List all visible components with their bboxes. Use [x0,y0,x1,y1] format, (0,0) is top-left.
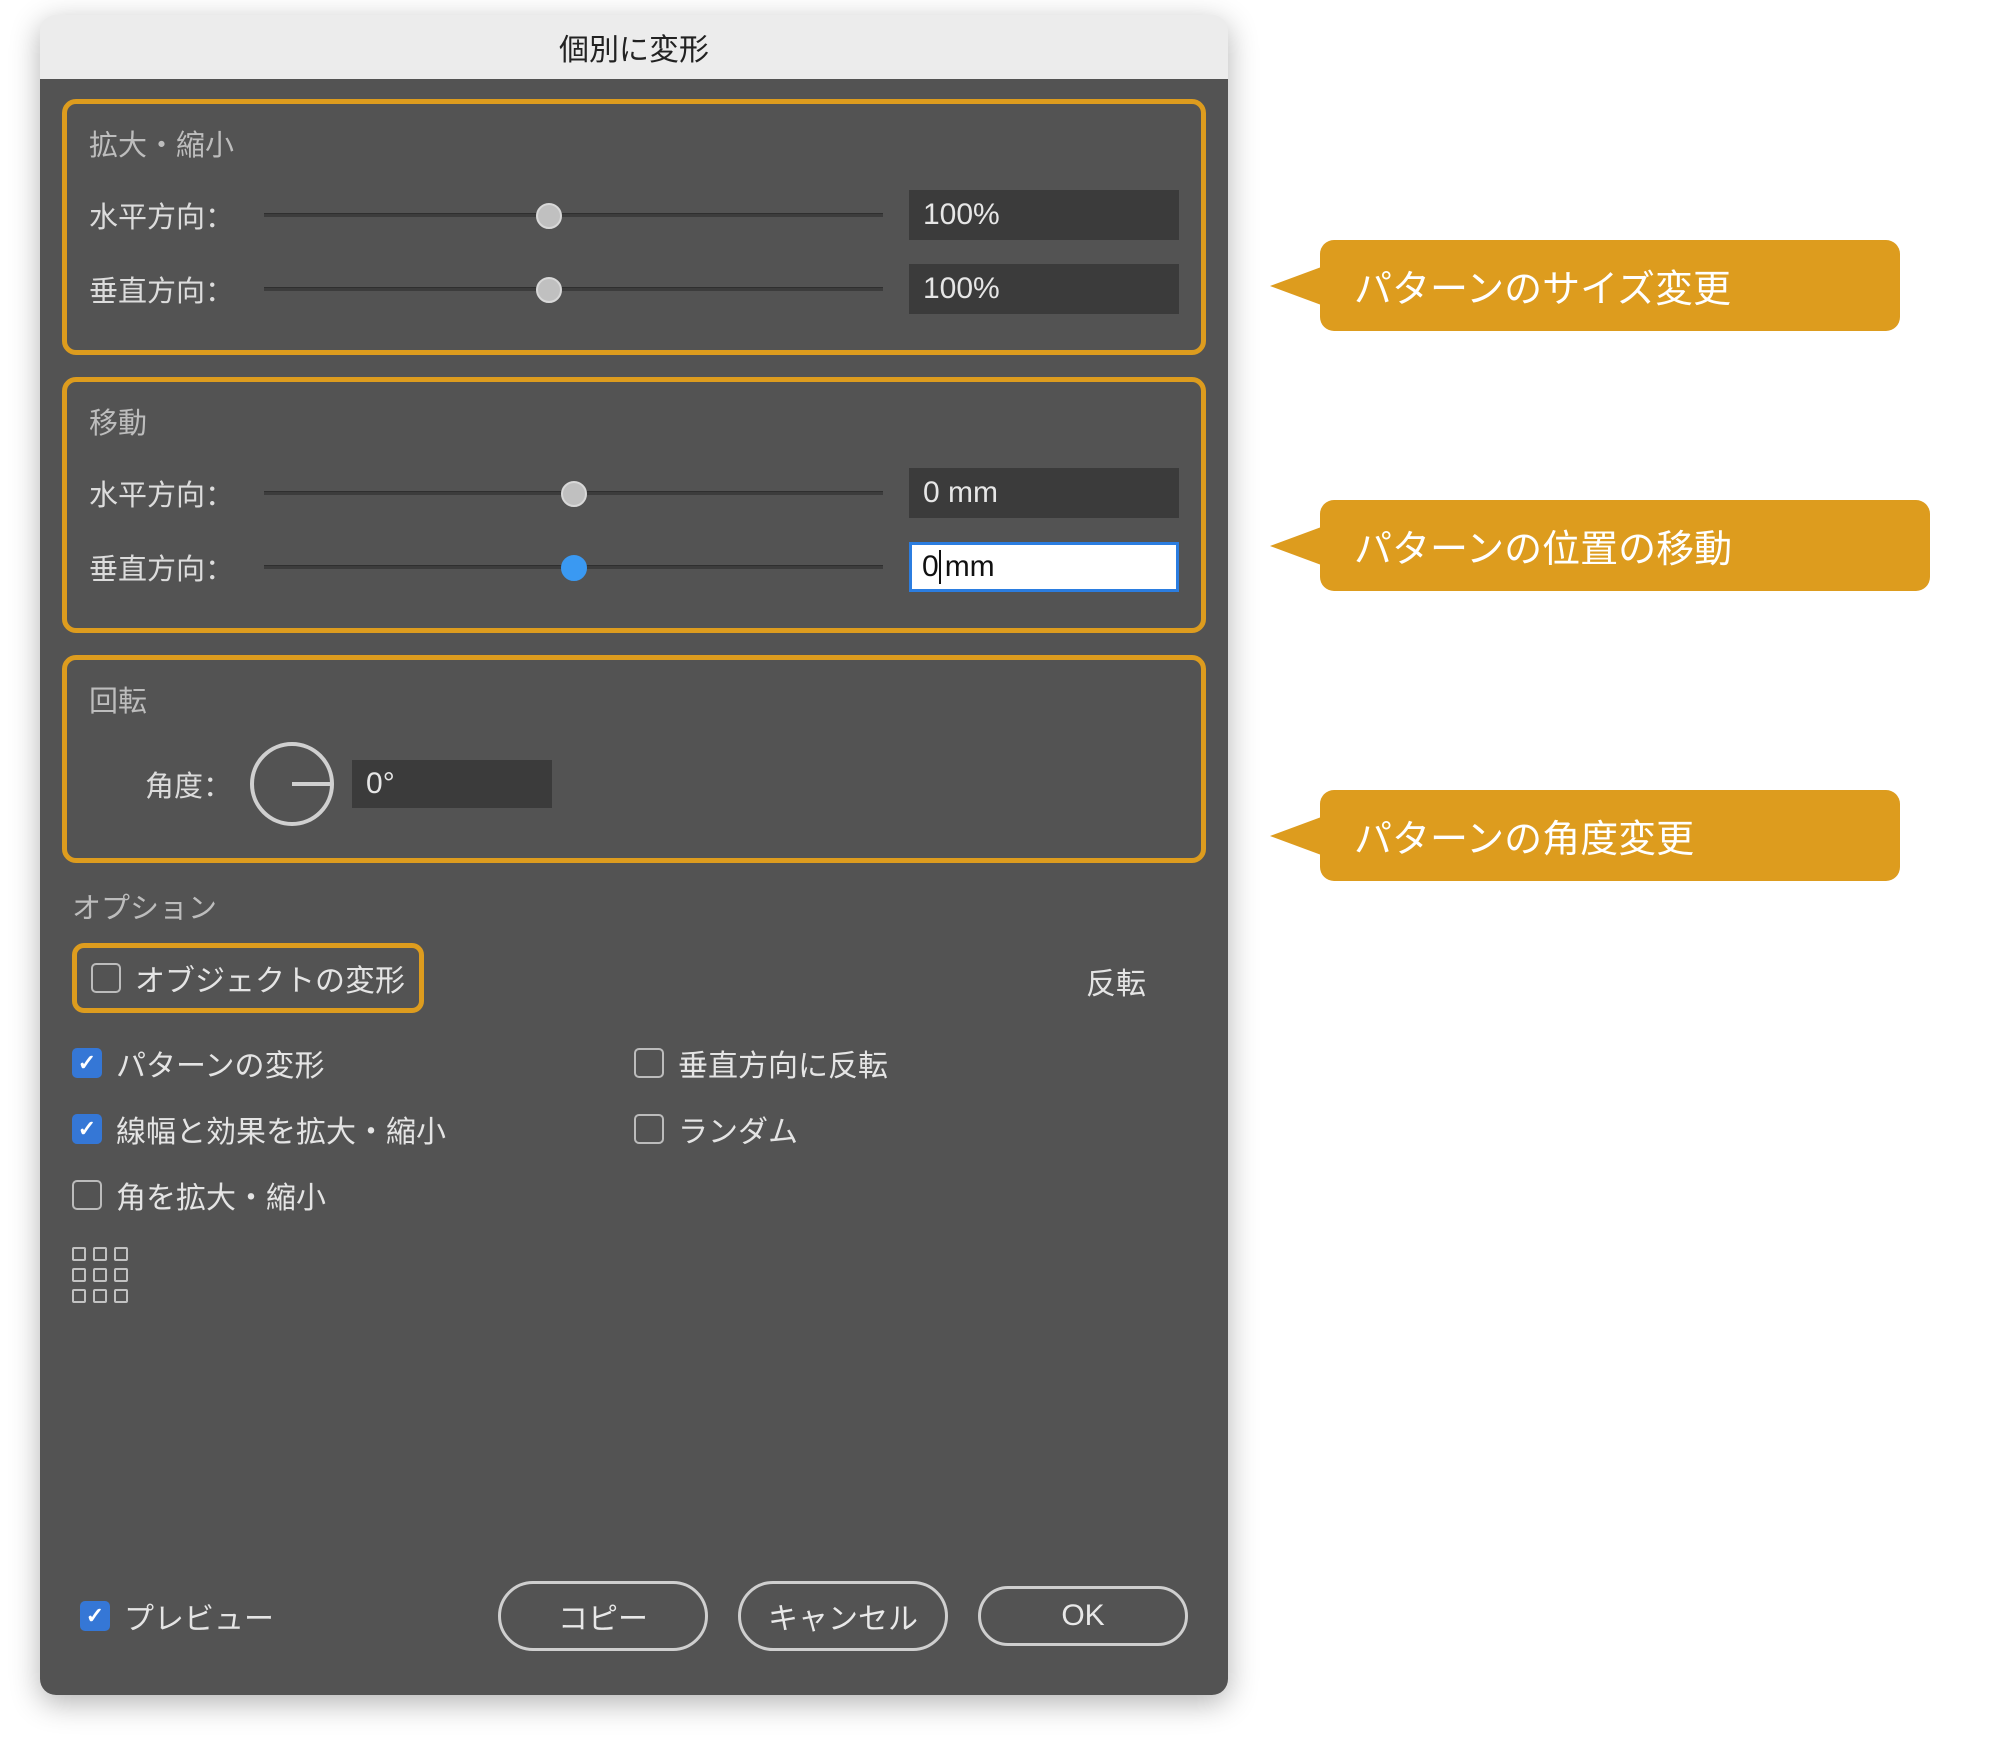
checkbox-transform-objects[interactable]: オブジェクトの変形 [91,956,405,1000]
checkbox-reflect-h[interactable]: 反転 [634,943,1196,1019]
options-grid: オブジェクトの変形 反転 パターンの変形 垂直方向に反転 [72,943,1196,1217]
checkbox-icon [72,1180,102,1210]
move-v-value-num: 0 [922,550,939,584]
checkbox-random[interactable]: ランダム [634,1107,1196,1151]
checkbox-preview[interactable]: プレビュー [80,1594,274,1638]
rotate-row: 角度： 0° [89,734,1179,834]
move-vertical-row: 垂直方向： 0 mm [89,530,1179,604]
checkbox-label: パターンの変形 [116,1041,325,1085]
scale-title: 拡大・縮小 [89,122,1179,164]
move-h-value[interactable]: 0 mm [909,468,1179,518]
move-v-slider[interactable] [264,565,883,569]
cancel-button[interactable]: キャンセル [738,1581,948,1651]
angle-dial[interactable] [250,742,334,826]
checkbox-icon [72,1114,102,1144]
annotation-label: パターンのサイズ変更 [1354,258,1731,313]
scale-section: 拡大・縮小 水平方向： 100% 垂直方向： 100% [62,99,1206,355]
scale-v-label: 垂直方向： [89,268,264,310]
ok-button[interactable]: OK [978,1586,1188,1646]
options-section: オプション オブジェクトの変形 反転 [62,885,1206,1303]
annotation-rotate: パターンの角度変更 [1320,790,1900,881]
move-h-slider[interactable] [264,491,883,495]
rotate-title: 回転 [89,678,1179,720]
scale-h-label: 水平方向： [89,194,264,236]
scale-horizontal-row: 水平方向： 100% [89,178,1179,252]
scale-vertical-row: 垂直方向： 100% [89,252,1179,326]
checkbox-label: オブジェクトの変形 [135,956,405,1000]
text-caret-icon [939,550,941,584]
annotation-move: パターンの位置の移動 [1320,500,1930,591]
rotate-label: 角度： [145,763,232,805]
checkbox-icon [91,963,121,993]
checkbox-label: プレビュー [124,1594,274,1638]
rotate-value[interactable]: 0° [352,760,552,808]
move-v-label: 垂直方向： [89,546,264,588]
checkbox-reflect-v[interactable]: 垂直方向に反転 [634,1041,1196,1085]
options-title: オプション [72,885,1196,927]
dialog-title: 個別に変形 [40,15,1228,79]
checkbox-icon [634,1048,664,1078]
annotation-label: パターンの位置の移動 [1354,518,1732,573]
checkbox-icon [80,1601,110,1631]
dialog-footer: プレビュー コピー キャンセル OK [80,1581,1188,1651]
checkbox-label: 垂直方向に反転 [678,1041,888,1085]
reference-point-selector[interactable] [72,1247,128,1303]
checkbox-label: 角を拡大・縮小 [116,1173,326,1217]
checkbox-label: 線幅と効果を拡大・縮小 [116,1107,446,1151]
annotation-scale: パターンのサイズ変更 [1320,240,1900,331]
annotation-label: パターンの角度変更 [1354,808,1694,863]
move-v-value[interactable]: 0 mm [909,542,1179,592]
checkbox-icon [72,1048,102,1078]
checkbox-transform-patterns[interactable]: パターンの変形 [72,1041,634,1085]
transform-each-dialog: 個別に変形 拡大・縮小 水平方向： 100% 垂直方向： 100% 移動 [40,15,1228,1695]
copy-button[interactable]: コピー [498,1581,708,1651]
rotate-section: 回転 角度： 0° [62,655,1206,863]
move-horizontal-row: 水平方向： 0 mm [89,456,1179,530]
scale-v-value[interactable]: 100% [909,264,1179,314]
scale-v-slider[interactable] [264,287,883,291]
move-title: 移動 [89,400,1179,442]
checkbox-scale-corners[interactable]: 角を拡大・縮小 [72,1173,634,1217]
checkbox-icon [634,1114,664,1144]
move-section: 移動 水平方向： 0 mm 垂直方向： 0 mm [62,377,1206,633]
move-h-label: 水平方向： [89,472,264,514]
move-v-value-unit: mm [945,550,995,584]
checkbox-label: 反転 [1086,959,1146,1003]
checkbox-label: ランダム [678,1107,798,1151]
scale-h-value[interactable]: 100% [909,190,1179,240]
checkbox-scale-strokes[interactable]: 線幅と効果を拡大・縮小 [72,1107,634,1151]
scale-h-slider[interactable] [264,213,883,217]
dialog-body: 拡大・縮小 水平方向： 100% 垂直方向： 100% 移動 水平方向： [40,79,1228,1695]
